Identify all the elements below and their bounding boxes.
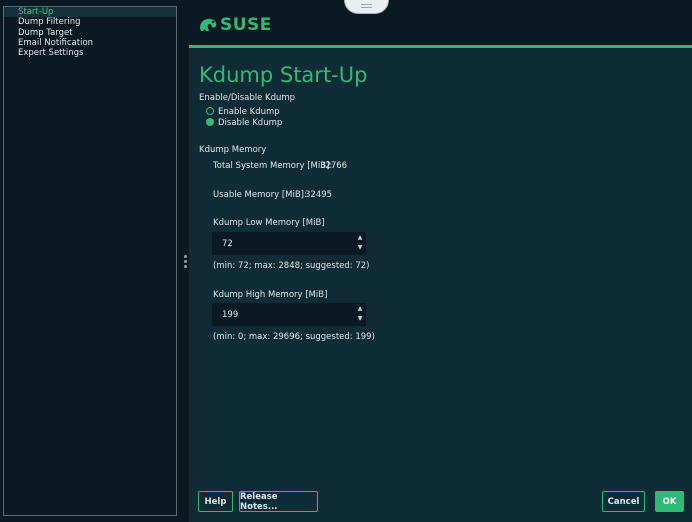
total-memory-label: Total System Memory [MiB]: [213,161,333,171]
radio-on-icon [206,117,214,126]
sidebar-item-dump-target[interactable]: Dump Target [4,28,176,38]
chameleon-icon [200,18,217,31]
release-notes-button[interactable]: Release Notes... [239,491,318,512]
main-panel: Kdump Start-Up Enable/Disable Kdump Enab… [189,48,692,522]
total-memory-value: 32766 [320,161,348,171]
low-memory-increment-icon[interactable]: ▲ [355,233,365,243]
enable-kdump-label: Enable Kdump [218,107,280,117]
low-memory-label: Kdump Low Memory [MiB] [213,218,325,228]
high-memory-label: Kdump High Memory [MiB] [213,290,328,300]
high-memory-input[interactable] [213,304,353,325]
sidebar-item-expert-settings[interactable]: Expert Settings [4,48,176,58]
low-memory-decrement-icon[interactable]: ▼ [355,243,365,253]
page-title: Kdump Start-Up [199,63,368,87]
high-memory-spinbox: ▲ ▼ [212,303,366,326]
enable-disable-group-label: Enable/Disable Kdump [199,93,296,103]
kdump-memory-section-label: Kdump Memory [199,145,267,155]
sidebar-item-dump-filtering[interactable]: Dump Filtering [4,17,176,27]
radio-off-icon [206,106,214,115]
suse-logo: SUSE [198,12,272,38]
disable-kdump-label: Disable Kdump [218,118,283,128]
help-button[interactable]: Help [198,491,233,512]
sidebar-tree: Start-Up Dump Filtering Dump Target Emai… [3,6,177,516]
low-memory-spinbox: ▲ ▼ [212,232,366,255]
disable-kdump-radio[interactable]: Disable Kdump [206,117,283,128]
high-memory-increment-icon[interactable]: ▲ [355,304,365,314]
usable-memory-label: Usable Memory [MiB]: [213,190,307,200]
low-memory-hint: (min: 72; max: 2848; suggested: 72) [213,261,370,271]
ok-button[interactable]: OK [655,491,684,512]
high-memory-decrement-icon[interactable]: ▼ [355,314,365,324]
enable-kdump-radio[interactable]: Enable Kdump [206,106,280,117]
window-drag-handle[interactable] [344,0,389,14]
pane-splitter-handle[interactable] [184,255,187,270]
sidebar-item-email-notification[interactable]: Email Notification [4,38,176,48]
logo-text: SUSE [220,15,272,35]
usable-memory-value: 32495 [305,190,333,200]
low-memory-input[interactable] [213,233,353,254]
cancel-button[interactable]: Cancel [602,491,645,512]
high-memory-hint: (min: 0; max: 29696; suggested: 199) [213,332,375,342]
sidebar-item-start-up[interactable]: Start-Up [4,7,176,18]
